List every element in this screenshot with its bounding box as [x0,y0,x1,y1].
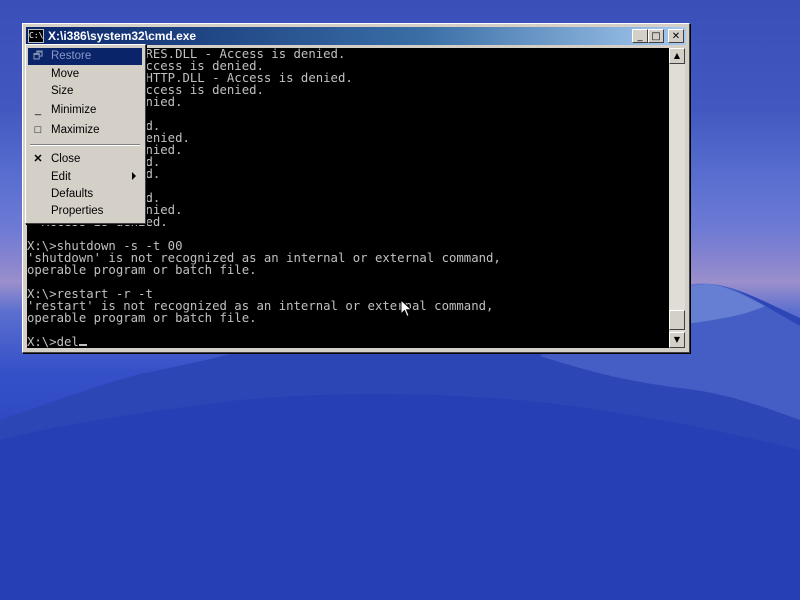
scroll-up-button[interactable]: ▲ [669,48,685,64]
menu-item-minimize[interactable]: _ Minimize [28,102,142,119]
window-title: X:\i386\system32\cmd.exe [48,29,197,43]
menu-item-properties[interactable]: Properties [28,203,142,220]
close-icon: ✕ [33,153,43,165]
menu-item-label: Move [51,68,80,80]
minimize-button[interactable]: _ [632,29,648,43]
menu-item-size[interactable]: Size [28,83,142,100]
vertical-scrollbar[interactable]: ▲ ▼ [669,48,685,348]
maximize-icon: □ [34,124,42,136]
menu-separator [30,144,140,146]
minimize-icon: _ [34,104,42,116]
menu-item-label: Edit [51,171,71,183]
system-menu: 🗗 Restore Move Size _ Minimize □ Maximiz… [25,44,146,224]
menu-item-edit[interactable]: Edit [28,169,142,186]
mouse-pointer-icon [400,299,413,318]
scroll-thumb[interactable] [669,310,685,330]
menu-item-label: Defaults [51,188,94,200]
console-line: operable program or batch file. [27,311,257,325]
menu-item-move[interactable]: Move [28,66,142,83]
cmd-app-icon[interactable]: C:\ [28,29,44,43]
text-cursor [78,344,87,346]
menu-item-maximize[interactable]: □ Maximize [28,122,142,139]
titlebar[interactable]: C:\ X:\i386\system32\cmd.exe _ □ ✕ [26,27,686,45]
menu-item-label: Minimize [51,104,97,116]
maximize-button[interactable]: □ [648,29,664,43]
menu-item-label: Close [51,153,81,165]
menu-item-label: Restore [51,50,92,62]
menu-item-label: Size [51,85,74,97]
menu-item-restore[interactable]: 🗗 Restore [28,48,142,65]
scroll-down-button[interactable]: ▼ [669,332,685,348]
menu-item-label: Properties [51,205,104,217]
submenu-arrow-icon [132,172,136,180]
menu-item-close[interactable]: ✕ Close [28,151,142,168]
menu-item-label: Maximize [51,124,100,136]
menu-item-defaults[interactable]: Defaults [28,186,142,203]
close-button[interactable]: ✕ [668,29,684,43]
console-line: operable program or batch file. [27,263,257,277]
restore-icon: 🗗 [32,50,44,62]
console-line: X:\>del [27,336,669,348]
